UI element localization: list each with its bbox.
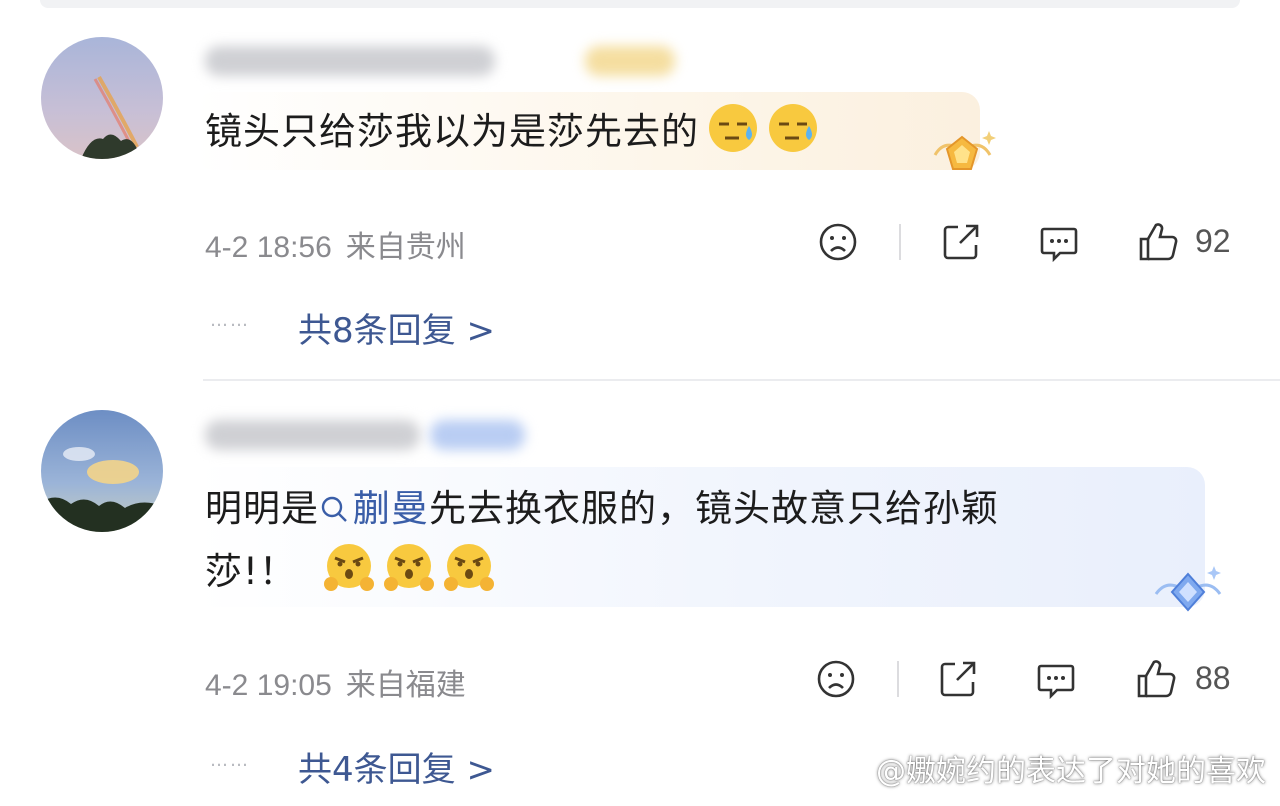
dislike-icon[interactable] [817, 221, 859, 263]
username-blurred[interactable] [205, 420, 420, 450]
sweat-smile-emoji [707, 102, 759, 154]
topic-link[interactable]: 蒯曼 [319, 487, 429, 530]
search-icon [319, 481, 349, 522]
like-count: 88 [1195, 660, 1231, 696]
comment-date: 4-2 19:05 [205, 669, 332, 702]
comment-meta: 4-2 19:05 来自福建 [205, 660, 466, 704]
user-badge-blurred [430, 420, 525, 450]
username-blurred[interactable] [205, 46, 495, 76]
share-icon[interactable] [940, 221, 982, 263]
like-count: 92 [1195, 223, 1231, 259]
comment-body: 镜头只给莎我以为是莎先去的 [205, 110, 699, 153]
comment-divider [203, 379, 1280, 381]
comment-location: 来自福建 [345, 669, 466, 702]
comment-text-line-2: 莎!！ [205, 541, 495, 603]
weibo-watermark: @嫐婉约的表达了对她的喜欢 [830, 746, 1266, 790]
comment-icon[interactable] [1038, 221, 1080, 263]
comment-text: 镜头只给莎我以为是莎先去的 [205, 101, 819, 163]
comment-text-line-1: 明明是 蒯曼先去换衣服的，镜头故意只给孙颖 [205, 478, 999, 540]
dislike-icon[interactable] [815, 658, 857, 700]
watermark-text: @嫐婉约的表达了对她的喜欢 [876, 754, 1266, 789]
view-replies-link[interactable]: 共4条回复 > [298, 742, 495, 791]
topic-label: 蒯曼 [353, 487, 429, 530]
view-replies-link[interactable]: 共8条回复 > [298, 303, 495, 352]
comment-body-line2: 莎!！ [205, 550, 297, 593]
comment-body-cont: 先去换衣服的，镜头故意只给孙颖 [429, 487, 999, 530]
gold-pentagon-badge-icon [925, 125, 1000, 185]
sweat-smile-emoji [767, 102, 819, 154]
like-icon[interactable] [1137, 221, 1179, 263]
action-divider [897, 661, 899, 697]
comment-body: 明明是 [205, 487, 319, 530]
share-icon[interactable] [937, 658, 979, 700]
reply-dots: …… [210, 310, 250, 331]
comment-icon[interactable] [1035, 658, 1077, 700]
previous-comment-edge [40, 0, 1240, 8]
reply-dots: …… [210, 750, 250, 771]
comment-date: 4-2 18:56 [205, 231, 332, 264]
like-icon[interactable] [1135, 658, 1177, 700]
blue-diamond-badge-icon [1148, 562, 1228, 622]
comment-meta: 4-2 18:56 来自贵州 [205, 222, 466, 266]
angry-emoji [443, 542, 495, 594]
avatar[interactable] [41, 37, 163, 159]
avatar[interactable] [41, 410, 163, 532]
angry-emoji [323, 542, 375, 594]
action-divider [899, 224, 901, 260]
comment-location: 来自贵州 [345, 231, 466, 264]
angry-emoji [383, 542, 435, 594]
weibo-logo-icon [830, 753, 874, 787]
user-badge-blurred [585, 46, 675, 76]
